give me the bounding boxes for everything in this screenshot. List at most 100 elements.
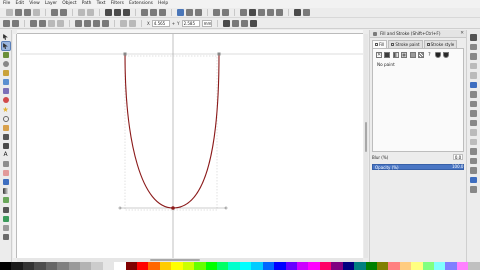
vertical-scrollbar[interactable]	[364, 34, 368, 258]
xml-editor-icon[interactable]	[267, 9, 274, 16]
segment-curve-icon[interactable]	[129, 19, 136, 27]
layers-icon[interactable]	[258, 9, 265, 16]
measure-tool[interactable]	[2, 69, 10, 77]
palette-swatch[interactable]	[262, 262, 275, 270]
delete-node-icon[interactable]	[12, 19, 19, 27]
spray-tool[interactable]	[2, 160, 10, 168]
palette-swatch[interactable]	[22, 262, 35, 270]
snap-bbox-mid-icon[interactable]	[470, 72, 477, 79]
scrollbar-thumb[interactable]	[365, 122, 367, 152]
undo-icon[interactable]	[78, 9, 85, 16]
insert-node-icon[interactable]	[3, 19, 10, 27]
palette-swatch[interactable]	[456, 262, 469, 270]
paint-bucket-tool[interactable]	[2, 179, 10, 187]
segment-line-icon[interactable]	[120, 19, 127, 27]
palette-swatch[interactable]	[376, 262, 389, 270]
redo-icon[interactable]	[87, 9, 94, 16]
lpe-tool[interactable]	[2, 224, 10, 232]
tab-stroke-style[interactable]: Stroke style	[423, 40, 458, 48]
palette-swatch[interactable]	[422, 262, 435, 270]
palette-swatch[interactable]	[57, 262, 69, 270]
fill-rule-alt-icon[interactable]	[443, 52, 450, 58]
rectangle-tool[interactable]	[2, 78, 10, 86]
linear-gradient-icon[interactable]	[392, 52, 399, 58]
palette-swatch[interactable]	[365, 262, 377, 270]
palette-swatch[interactable]	[434, 262, 446, 270]
palette-swatch[interactable]	[34, 262, 46, 270]
zoom-page-icon[interactable]	[159, 9, 166, 16]
snap-paths-icon[interactable]	[470, 91, 477, 98]
menu-object[interactable]: Object	[62, 0, 76, 8]
gradient-tool[interactable]	[2, 188, 10, 196]
opacity-value[interactable]: 100.0	[452, 165, 463, 169]
palette-swatch[interactable]	[468, 262, 480, 270]
palette-swatch[interactable]	[0, 262, 12, 270]
palette-swatch[interactable]	[354, 262, 366, 270]
opacity-slider[interactable]: Opacity (%) 100.0	[372, 164, 464, 170]
palette-swatch[interactable]	[159, 262, 172, 270]
join-nodes-icon[interactable]	[30, 19, 37, 27]
snap-centers-icon[interactable]	[470, 138, 477, 145]
palette-swatch[interactable]	[217, 262, 229, 270]
menu-text[interactable]: Text	[97, 0, 106, 8]
import-icon[interactable]	[51, 9, 58, 16]
curve-node[interactable]	[217, 52, 221, 56]
unset-icon[interactable]: ?	[426, 52, 432, 58]
palette-swatch[interactable]	[182, 262, 195, 270]
y-coordinate-field[interactable]: 2.585	[181, 19, 200, 27]
palette-swatch[interactable]	[102, 262, 115, 270]
palette-swatch[interactable]	[137, 262, 149, 270]
selector-tool[interactable]	[2, 33, 10, 41]
palette-swatch[interactable]	[399, 262, 412, 270]
3d-box-tool[interactable]	[2, 88, 10, 96]
tab-fill[interactable]: Fill	[372, 40, 388, 48]
preferences-icon[interactable]	[294, 9, 301, 16]
radial-gradient-icon[interactable]	[401, 52, 408, 58]
auto-smooth-node-icon[interactable]	[102, 19, 109, 27]
connector-tool[interactable]	[2, 215, 10, 223]
snap-midpoints-icon[interactable]	[470, 129, 477, 136]
open-file-icon[interactable]	[15, 9, 22, 16]
palette-swatch[interactable]	[171, 262, 183, 270]
save-icon[interactable]	[24, 9, 31, 16]
menu-help[interactable]: Help	[158, 0, 168, 8]
menu-view[interactable]: View	[29, 0, 39, 8]
fill-stroke-icon[interactable]	[240, 9, 247, 16]
flat-color-icon[interactable]	[384, 52, 391, 58]
break-path-icon[interactable]	[39, 19, 46, 27]
pen-tool[interactable]	[2, 133, 10, 141]
no-paint-icon[interactable]	[376, 52, 382, 58]
palette-swatch[interactable]	[308, 262, 320, 270]
unit-select[interactable]: mm	[201, 19, 212, 27]
palette-swatch[interactable]	[342, 262, 355, 270]
zoom-drawing-icon[interactable]	[150, 9, 157, 16]
tab-stroke-paint[interactable]: Stroke paint	[388, 40, 423, 48]
palette-swatch[interactable]	[388, 262, 400, 270]
palette-swatch[interactable]	[251, 262, 263, 270]
eraser-tool[interactable]	[2, 169, 10, 177]
snap-nodes-icon[interactable]	[470, 81, 477, 88]
palette-swatch[interactable]	[445, 262, 457, 270]
group-icon[interactable]	[213, 9, 220, 16]
palette-swatch[interactable]	[274, 262, 286, 270]
scrollbar-thumb[interactable]	[150, 259, 200, 261]
text-tool[interactable]: A	[2, 151, 10, 159]
menu-filters[interactable]: Filters	[111, 0, 124, 8]
drawing-canvas[interactable]	[17, 34, 363, 258]
palette-swatch[interactable]	[205, 262, 218, 270]
fill-rule-icon[interactable]	[434, 52, 441, 58]
blur-value[interactable]: 0.0	[453, 154, 463, 160]
delete-segment-icon[interactable]	[57, 19, 64, 27]
selected-node[interactable]	[171, 206, 175, 210]
palette-swatch[interactable]	[285, 262, 297, 270]
snap-grid-icon[interactable]	[470, 176, 477, 183]
document-properties-icon[interactable]	[303, 9, 310, 16]
cusp-node-icon[interactable]	[75, 19, 82, 27]
snap-bbox-corners-icon[interactable]	[470, 62, 477, 69]
palette-swatch[interactable]	[411, 262, 423, 270]
curve-path[interactable]	[124, 53, 220, 209]
calligraphy-tool[interactable]	[2, 142, 10, 150]
snap-toggle-icon[interactable]	[470, 34, 477, 41]
menu-path[interactable]: Path	[82, 0, 92, 8]
show-handles-icon[interactable]	[231, 19, 239, 27]
